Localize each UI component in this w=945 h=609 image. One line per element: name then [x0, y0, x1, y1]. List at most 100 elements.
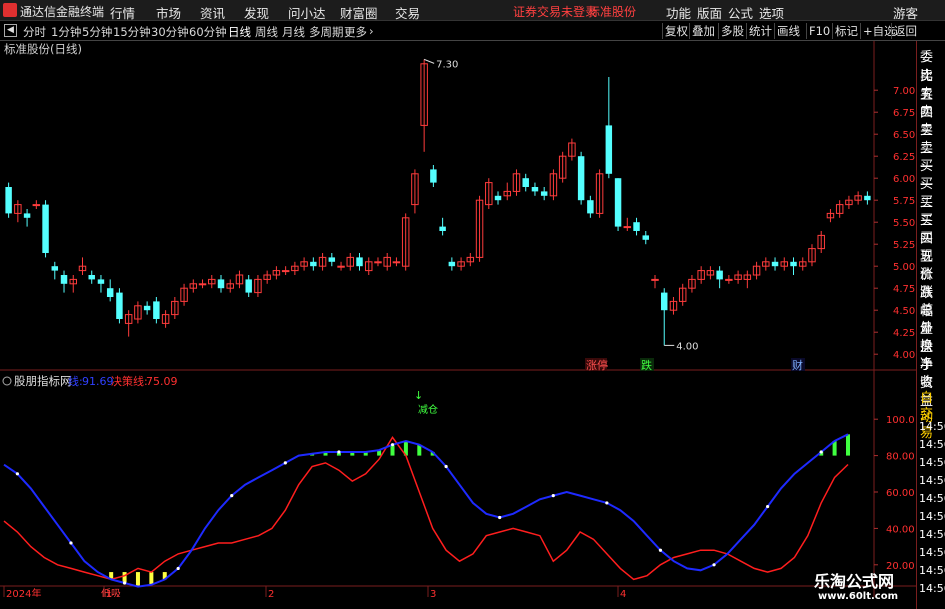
user-guest[interactable]: 游客 — [893, 3, 918, 22]
candle-body-down — [356, 257, 363, 267]
indicator-tick-label: 80.00 — [886, 452, 915, 463]
candle-body-down — [153, 301, 160, 319]
candle-body-down — [494, 195, 502, 201]
price-tick-label: 4.25 — [893, 328, 915, 339]
menu-wealth[interactable]: 财富圈 — [340, 3, 378, 22]
date-tick-label: 3 — [430, 589, 436, 597]
menu-options[interactable]: 选项 — [759, 3, 784, 22]
stock-name: 标准股份 — [588, 5, 637, 19]
period-15min[interactable]: 15分钟 — [113, 24, 151, 40]
period-tick[interactable]: 分时 — [23, 24, 46, 40]
price-tick-label: 5.50 — [893, 218, 915, 229]
period-more[interactable]: 更多 — [344, 24, 367, 40]
menu-news[interactable]: 资讯 — [200, 3, 225, 22]
menu-market[interactable]: 市场 — [156, 3, 181, 22]
candle-body-down — [605, 125, 613, 174]
candles — [5, 59, 871, 346]
candle-body-down — [633, 222, 640, 231]
tag-limit-up[interactable]: 涨停 — [586, 358, 608, 371]
tool-draw[interactable]: 画线 — [774, 23, 802, 39]
candle-body-up — [392, 261, 401, 264]
date-tick-label: 2 — [268, 589, 274, 597]
period-multi[interactable]: 多周期 — [309, 24, 344, 40]
menu-discover[interactable]: 发现 — [244, 3, 269, 22]
low-zone-bar — [149, 572, 154, 585]
tool-multi-stock[interactable]: 多股 — [718, 23, 746, 39]
tick-time: 14:56 — [919, 582, 945, 595]
menu-formula[interactable]: 公式 — [728, 3, 753, 22]
tool-f10[interactable]: F10 — [806, 23, 832, 39]
low-price-label: 4.00 — [676, 341, 698, 352]
indicator-chart[interactable]: 100.080.0060.0040.0020.00 2024年 1 2 3 4 股朋指标… — [0, 371, 916, 597]
indicator-axis: 100.080.0060.0040.0020.00 — [874, 415, 915, 572]
indicator-bars — [109, 434, 850, 587]
period-daily[interactable]: 日线 — [228, 24, 251, 40]
period-weekly[interactable]: 周线 — [255, 24, 278, 40]
low-zone-bar — [122, 572, 127, 583]
period-monthly[interactable]: 月线 — [282, 24, 305, 40]
sell-signal: 减仓 — [418, 403, 438, 416]
tick-time: 14:56 — [919, 510, 945, 523]
line-dot — [176, 566, 180, 571]
price-tick-label: 4.00 — [893, 350, 915, 361]
back-arrow-icon[interactable]: ◀ — [4, 24, 17, 37]
menu-quotes[interactable]: 行情 — [110, 3, 135, 22]
tag-down[interactable]: 跌 — [641, 358, 652, 371]
high-price-label: 7.30 — [436, 59, 458, 70]
tick-time: 14:56 — [919, 420, 945, 433]
app-logo-icon — [3, 3, 17, 17]
candle-body-down — [587, 200, 594, 214]
indicator-settings-icon[interactable] — [2, 376, 12, 386]
candle-body-down — [23, 213, 31, 218]
period-30min[interactable]: 30分钟 — [151, 24, 189, 40]
tool-overlay[interactable]: 叠加 — [689, 23, 717, 39]
candle-body-up — [337, 265, 345, 268]
high-marker-line — [423, 58, 435, 64]
candle-body-down — [448, 261, 456, 267]
period-1min[interactable]: 1分钟 — [51, 24, 81, 40]
line-dot — [712, 563, 716, 567]
candle-body-down — [614, 178, 622, 227]
menu-layout[interactable]: 版面 — [697, 3, 722, 22]
menu-bar: 通达信金融终端 行情 市场 资讯 发现 问小达 财富圈 交易 证券交易未登录 标… — [0, 0, 945, 21]
candle-body-down — [143, 305, 151, 311]
chevron-right-icon[interactable]: › — [369, 24, 374, 38]
tag-finance[interactable]: 财 — [792, 358, 803, 371]
menu-function[interactable]: 功能 — [666, 3, 691, 22]
candle-body-up — [198, 283, 207, 286]
candlestick-chart[interactable]: 7.00 6.75 6.50 6.25 6.00 5.75 5.50 5.25 5.00 4.75… — [0, 41, 916, 371]
date-tick-label: 4 — [620, 589, 626, 597]
tool-mark[interactable]: 标记 — [832, 23, 860, 39]
candle-body-down — [97, 279, 105, 284]
candle-body-down — [771, 261, 779, 267]
line-dot — [337, 450, 341, 454]
period-toolbar: ◀ 分时 1分钟 5分钟 15分钟 30分钟 60分钟 日线 周线 月线 多周期… — [0, 21, 945, 41]
tool-return[interactable]: 返回 — [891, 23, 919, 39]
candle-body-up — [32, 204, 41, 207]
candle-body-down — [245, 279, 252, 293]
candle-body-down — [522, 178, 529, 187]
period-60min[interactable]: 60分钟 — [189, 24, 227, 40]
tool-stats[interactable]: 统计 — [746, 23, 774, 39]
candle-body-down — [864, 195, 871, 201]
price-tick-label: 5.75 — [893, 196, 915, 207]
date-tick-label: 2024年 — [6, 587, 41, 597]
price-tick-label: 6.25 — [893, 152, 915, 163]
candle-body-down — [642, 235, 649, 240]
menu-ask[interactable]: 问小达 — [288, 3, 326, 22]
line2-label: 决策线: — [111, 374, 148, 388]
line-dot — [819, 450, 823, 454]
price-tick-label: 6.00 — [893, 174, 915, 185]
line2-value: 75.09 — [146, 375, 178, 388]
tool-adjust[interactable]: 复权 — [662, 23, 690, 39]
login-status: 证券交易未登录 — [513, 5, 598, 19]
menu-trade[interactable]: 交易 — [395, 3, 420, 22]
line1-label: 线: — [68, 374, 83, 388]
indicator-tick-label: 40.00 — [886, 524, 915, 535]
candle-body-up — [281, 270, 290, 273]
price-tick-label: 4.50 — [893, 306, 915, 317]
period-5min[interactable]: 5分钟 — [82, 24, 112, 40]
candle-body-up — [651, 278, 659, 281]
price-tick-label: 7.00 — [893, 86, 915, 97]
candle-body-down — [51, 266, 59, 271]
